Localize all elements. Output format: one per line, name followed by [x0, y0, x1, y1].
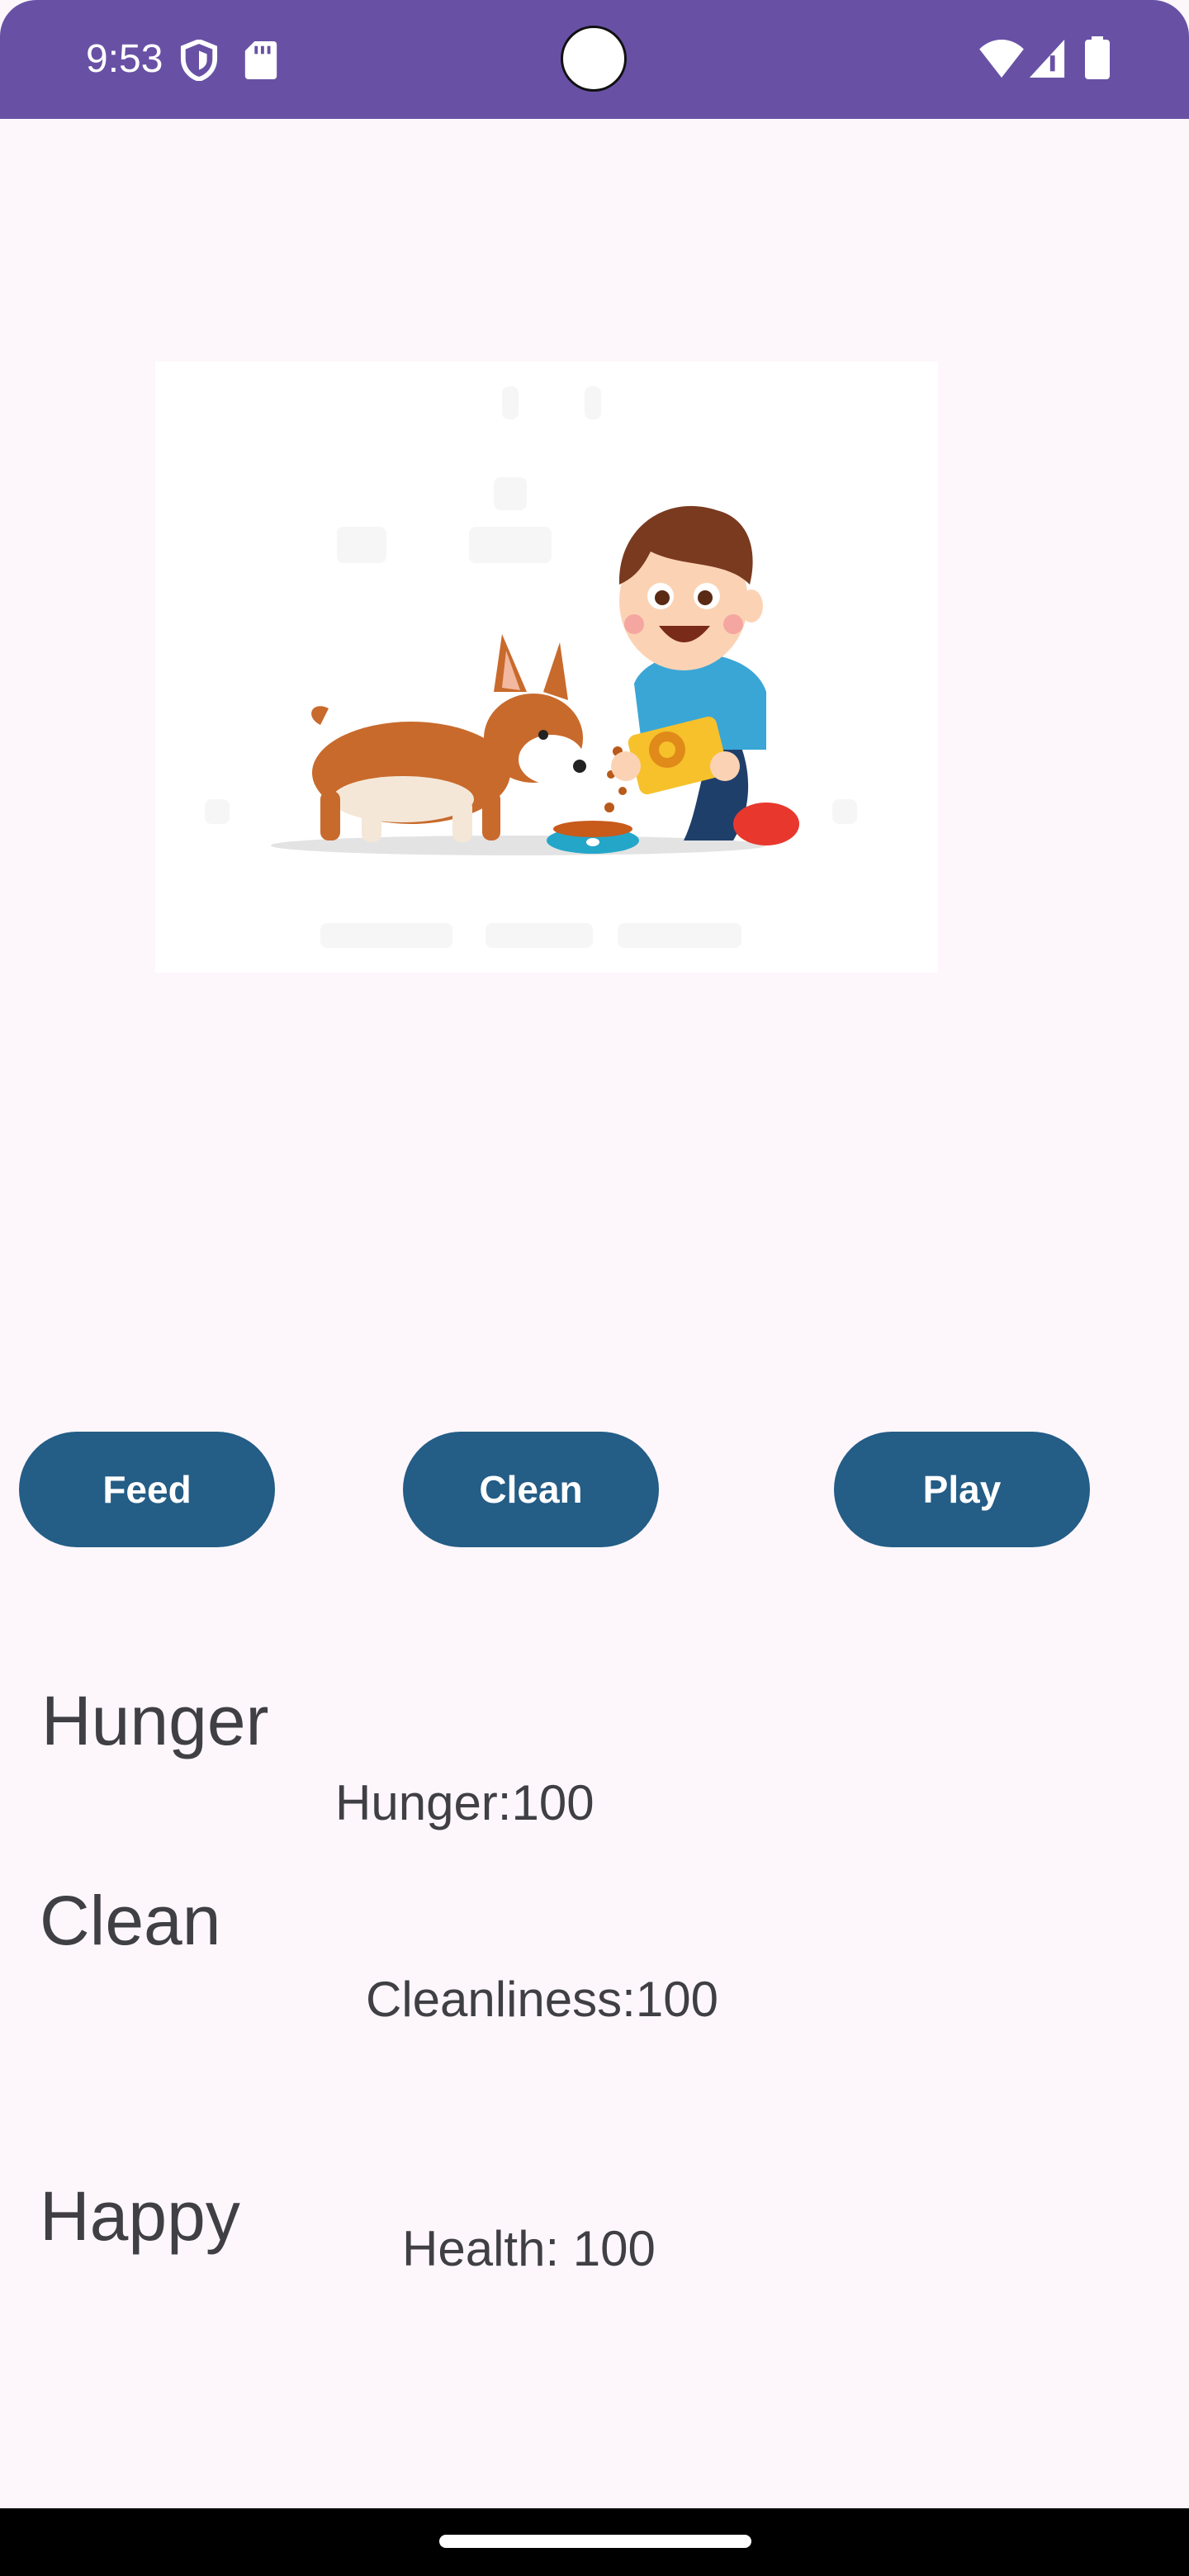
- health-value: Health: 100: [402, 2221, 656, 2276]
- shield-icon: [180, 40, 218, 81]
- status-bar: 9:53: [0, 0, 1189, 119]
- home-indicator[interactable]: [439, 2535, 751, 2548]
- camera-cutout: [561, 26, 627, 92]
- hunger-value: Hunger:100: [335, 1775, 594, 1830]
- cleanliness-value: Cleanliness:100: [366, 1972, 718, 2027]
- battery-icon: [1085, 36, 1110, 79]
- hunger-title: Hunger: [41, 1682, 269, 1759]
- happy-title: Happy: [40, 2177, 240, 2255]
- play-button[interactable]: Play: [834, 1432, 1090, 1547]
- pet-image: [155, 362, 938, 973]
- clean-title: Clean: [40, 1882, 221, 1959]
- status-time: 9:53: [86, 37, 163, 81]
- signal-icon: [1029, 40, 1065, 78]
- clean-button[interactable]: Clean: [403, 1432, 659, 1547]
- feed-button[interactable]: Feed: [19, 1432, 275, 1547]
- sd-card-icon: [244, 41, 277, 79]
- boy-feeding-dog-illustration: [155, 362, 938, 973]
- wifi-icon: [979, 40, 1024, 78]
